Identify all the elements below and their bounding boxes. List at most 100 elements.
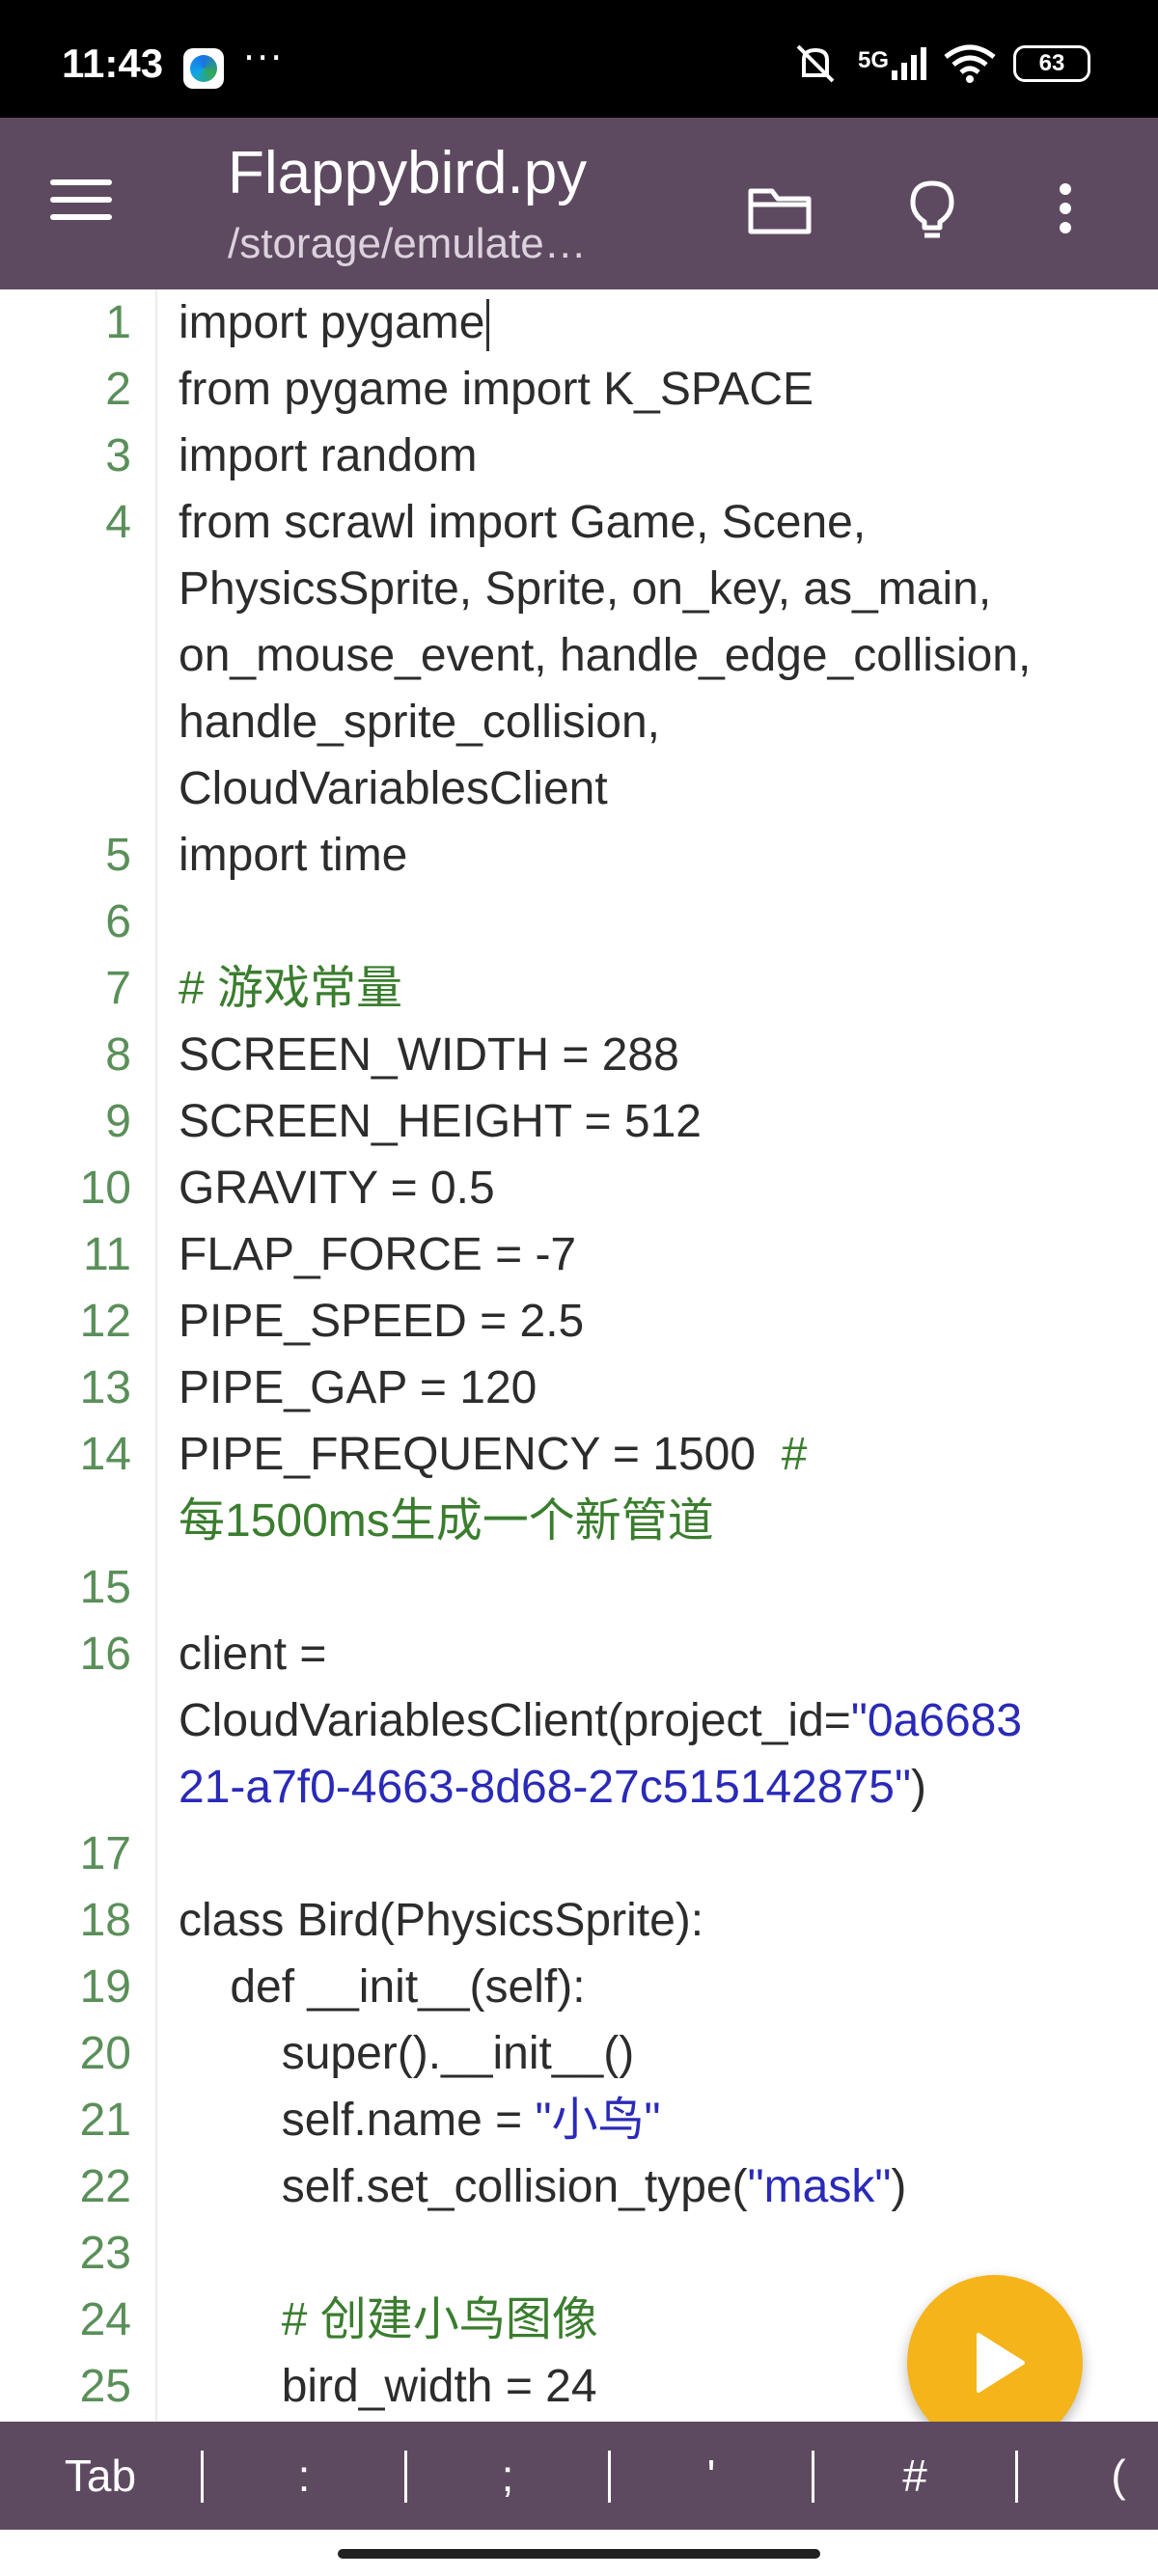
line-number: 19	[79, 1961, 131, 2013]
code-token: self.name =	[179, 2095, 536, 2146]
code-text: PIPE_SPEED = 2.5	[179, 1288, 584, 1355]
symbol-key[interactable]: Tab	[28, 2422, 173, 2530]
status-bar: 11:43 ··· 5G 63	[0, 0, 1158, 118]
code-text: SCREEN_WIDTH = 288	[179, 1022, 679, 1088]
symbol-key[interactable]: #	[842, 2422, 987, 2530]
status-time: 11:43	[62, 41, 164, 86]
code-string: "mask"	[747, 2161, 892, 2212]
line-number: 22	[79, 2161, 131, 2212]
line-number: 7	[105, 963, 131, 1014]
code-token: CloudVariablesClient	[179, 763, 608, 814]
line-number: 15	[79, 1562, 131, 1613]
line-number: 10	[79, 1163, 131, 1214]
code-text: from scrawl import Game, Scene,	[179, 489, 866, 556]
code-text: SCREEN_HEIGHT = 512	[179, 1088, 702, 1155]
line-number: 2	[105, 364, 131, 415]
code-token: FLAP_FORCE = -7	[179, 1229, 577, 1280]
code-token: def __init__(self):	[179, 1961, 586, 2013]
code-text: handle_sprite_collision,	[179, 689, 660, 755]
wifi-icon	[944, 44, 996, 83]
code-text: CloudVariablesClient(project_id="0a6683	[179, 1687, 1022, 1754]
line-number: 11	[83, 1229, 131, 1280]
network-type: 5G	[858, 47, 926, 80]
line-number: 20	[79, 2028, 131, 2079]
code-comment: # 创建小鸟图像	[179, 2294, 598, 2345]
line-number: 25	[79, 2361, 131, 2412]
code-text: def __init__(self):	[179, 1954, 586, 2020]
code-token: SCREEN_HEIGHT = 512	[179, 1096, 702, 1147]
more-options-button[interactable]	[1046, 176, 1085, 245]
code-text: class Bird(PhysicsSprite):	[179, 1887, 703, 1954]
code-token: handle_sprite_collision,	[179, 697, 660, 748]
line-number: 24	[79, 2294, 131, 2345]
line-number: 18	[79, 1895, 131, 1946]
code-comment: #	[781, 1429, 808, 1480]
symbol-key[interactable]: '	[639, 2422, 784, 2530]
symbol-toolbar: Tab:; ' # (	[0, 2422, 1158, 2530]
code-token: SCREEN_WIDTH = 288	[179, 1029, 679, 1081]
mute-vibrate-icon	[796, 44, 835, 83]
line-number: 9	[105, 1096, 131, 1147]
code-text: on_mouse_event, handle_edge_collision,	[179, 622, 1031, 689]
key-separator	[812, 2451, 814, 2503]
line-number: 16	[79, 1629, 131, 1680]
line-number: 8	[105, 1029, 131, 1081]
code-token: class Bird(PhysicsSprite):	[179, 1895, 704, 1946]
symbol-key[interactable]: (	[1046, 2422, 1158, 2530]
text-caret	[486, 299, 490, 352]
line-number: 17	[79, 1828, 131, 1879]
app-bar: Flappybird.py /storage/emulate…	[0, 118, 1158, 289]
key-separator	[608, 2451, 611, 2503]
code-string: "0a6683	[850, 1695, 1023, 1746]
status-indicators: 5G 63	[790, 42, 1090, 85]
line-number: 4	[105, 497, 131, 548]
folder-icon	[748, 188, 812, 234]
code-text: FLAP_FORCE = -7	[179, 1221, 576, 1288]
navigation-bar	[0, 2530, 1158, 2576]
key-separator	[404, 2451, 407, 2503]
line-number: 23	[79, 2228, 131, 2279]
more-notifications-icon: ···	[243, 37, 285, 79]
battery-indicator: 63	[1013, 45, 1090, 82]
key-separator	[1015, 2451, 1018, 2503]
menu-button[interactable]	[50, 170, 122, 237]
code-token: GRAVITY = 0.5	[179, 1163, 495, 1214]
file-path: /storage/emulate…	[228, 220, 587, 267]
code-text: client =	[179, 1621, 326, 1687]
home-gesture-bar[interactable]	[338, 2549, 820, 2559]
code-text: CloudVariablesClient	[179, 755, 608, 822]
line-number: 13	[79, 1362, 131, 1413]
hint-button[interactable]	[897, 176, 967, 245]
code-token: PIPE_GAP = 120	[179, 1362, 538, 1413]
line-number: 12	[79, 1296, 131, 1347]
code-text: bird_width = 24	[179, 2353, 597, 2420]
code-editor[interactable]: 1 import pygame 2 from pygame import K_SPAC…	[0, 289, 1158, 2422]
code-text: import random	[179, 423, 477, 489]
code-text: PIPE_GAP = 120	[179, 1355, 537, 1421]
line-number: 1	[105, 297, 131, 348]
code-token: CloudVariablesClient(project_id=	[179, 1695, 851, 1746]
line-number: 21	[79, 2095, 131, 2146]
lightbulb-icon	[910, 180, 954, 238]
code-token: on_mouse_event, handle_edge_collision,	[179, 630, 1032, 681]
code-token: from scrawl import Game, Scene,	[179, 497, 867, 548]
code-comment: 每1500ms生成一个新管道	[179, 1495, 714, 1547]
symbol-key[interactable]: :	[232, 2422, 376, 2530]
code-token: )	[911, 1762, 926, 1813]
folder-button[interactable]	[745, 176, 814, 245]
code-token: import random	[179, 430, 478, 481]
code-token: super().__init__()	[179, 2028, 635, 2079]
code-token: PIPE_FREQUENCY = 1500	[179, 1429, 782, 1480]
code-text: 21-a7f0-4663-8d68-27c515142875")	[179, 1754, 926, 1821]
code-token: PIPE_SPEED = 2.5	[179, 1296, 585, 1347]
signal-icon	[892, 47, 926, 80]
code-token: self.set_collision_type(	[179, 2161, 748, 2212]
key-separator	[201, 2451, 204, 2503]
symbol-key[interactable]: ;	[435, 2422, 580, 2530]
code-text: self.name = "小鸟"	[179, 2087, 661, 2153]
code-text: self.set_collision_type("mask")	[179, 2153, 907, 2220]
edge-notification-icon	[183, 48, 224, 89]
code-text: super().__init__()	[179, 2020, 634, 2087]
code-text: PhysicsSprite, Sprite, on_key, as_main,	[179, 556, 991, 622]
line-number: 14	[79, 1429, 131, 1480]
